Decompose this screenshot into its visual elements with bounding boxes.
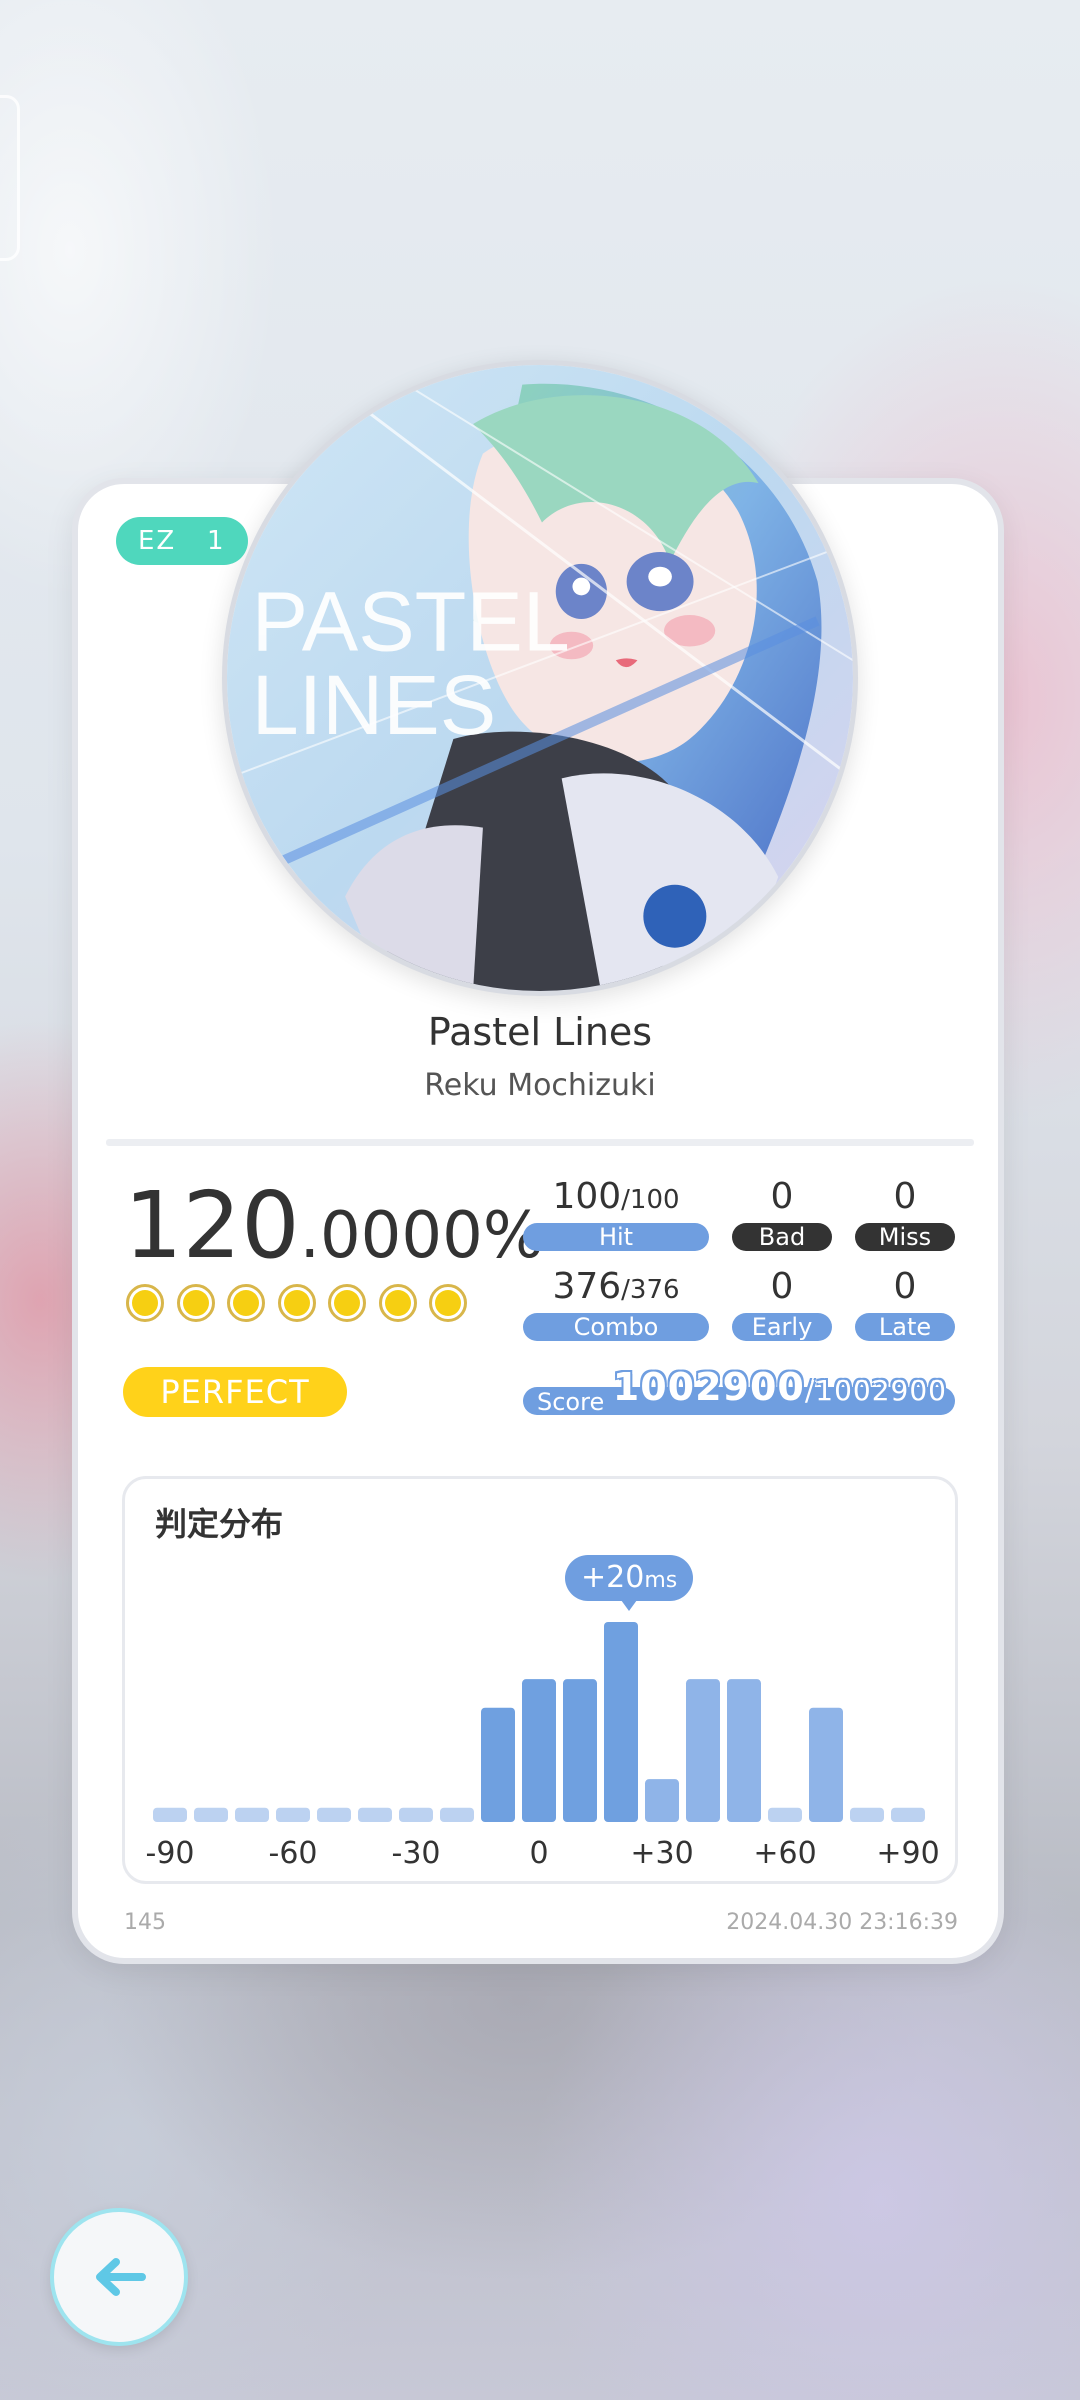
distribution-bar xyxy=(235,1807,269,1822)
combo-value: 376 xyxy=(552,1266,622,1307)
stat-late: 0 Late xyxy=(855,1265,955,1341)
stat-early: 0 Early xyxy=(732,1265,832,1341)
early-label: Early xyxy=(732,1313,832,1341)
score-label: Score xyxy=(537,1388,605,1416)
jacket-title-line2: LINES xyxy=(252,657,497,752)
late-label: Late xyxy=(855,1313,955,1341)
combo-label: Combo xyxy=(523,1313,709,1341)
score-bar: Score 1002900/1002900 xyxy=(523,1365,955,1416)
jacket-title-line1: PASTEL xyxy=(252,573,570,668)
distribution-bar xyxy=(194,1807,228,1822)
distribution-bar xyxy=(358,1807,392,1822)
miss-value: 0 xyxy=(893,1176,917,1217)
distribution-bar xyxy=(809,1707,843,1822)
accuracy-integer: 120 xyxy=(124,1172,300,1279)
distribution-tick-label: +60 xyxy=(753,1836,816,1871)
distribution-bar xyxy=(522,1679,556,1822)
distribution-bar xyxy=(850,1807,884,1822)
distribution-bar xyxy=(563,1679,597,1822)
stat-combo: 376/376 Combo xyxy=(523,1265,709,1341)
combo-total: /376 xyxy=(621,1275,680,1305)
song-jacket: PASTEL LINES xyxy=(222,360,858,996)
grade-dot-icon xyxy=(176,1284,215,1322)
difficulty-label: EZ xyxy=(138,526,177,556)
distribution-bar xyxy=(440,1807,474,1822)
distribution-bar xyxy=(317,1807,351,1822)
stat-hit: 100/100 Hit xyxy=(523,1175,709,1251)
distribution-tick-label: +90 xyxy=(876,1836,939,1871)
distribution-tick-label: +30 xyxy=(630,1836,693,1871)
distribution-bar xyxy=(153,1807,187,1822)
score-value: 1002900 xyxy=(612,1365,805,1409)
back-button[interactable] xyxy=(50,2208,188,2346)
distribution-tick-label: -60 xyxy=(269,1836,318,1871)
bad-label: Bad xyxy=(732,1223,832,1251)
side-handle[interactable] xyxy=(0,95,20,261)
grade-dot-icon xyxy=(277,1284,316,1322)
rank-badge: PERFECT xyxy=(123,1367,347,1417)
distribution-bar xyxy=(481,1707,515,1822)
grade-dot-icon xyxy=(126,1284,164,1322)
arrow-left-icon xyxy=(96,2258,146,2296)
distribution-bar xyxy=(276,1807,310,1822)
score-total: /1002900 xyxy=(804,1374,947,1407)
grade-dot-icon xyxy=(227,1284,265,1322)
peak-tooltip: +20ms xyxy=(565,1555,694,1611)
distribution-bar xyxy=(399,1807,433,1822)
record-timestamp: 2024.04.30 23:16:39 xyxy=(726,1910,958,1935)
distribution-chart: -90 -60 -30 0 +30 +60 +90 xyxy=(146,1622,940,1871)
late-value: 0 xyxy=(893,1266,917,1307)
peak-value: +20 xyxy=(581,1560,645,1595)
grade-dots xyxy=(126,1284,467,1322)
bad-value: 0 xyxy=(770,1176,794,1217)
distribution-bar xyxy=(727,1679,761,1822)
distribution-bar xyxy=(645,1779,679,1822)
stat-bad: 0 Bad xyxy=(732,1175,832,1251)
song-title: Pastel Lines xyxy=(427,1010,653,1054)
hit-value: 100 xyxy=(552,1176,622,1217)
distribution-bar xyxy=(891,1807,925,1822)
difficulty-level: 1 xyxy=(207,526,226,556)
distribution-tick-label: -90 xyxy=(146,1836,195,1871)
divider xyxy=(106,1139,974,1146)
stat-miss: 0 Miss xyxy=(855,1175,955,1251)
grade-dot-icon xyxy=(429,1284,467,1322)
accuracy-decimal: .0000% xyxy=(299,1199,544,1273)
hit-total: /100 xyxy=(621,1185,680,1215)
grade-dot-icon xyxy=(328,1284,366,1322)
distribution-bar xyxy=(686,1679,720,1822)
record-id: 145 xyxy=(124,1910,166,1935)
difficulty-badge: EZ 1 xyxy=(116,517,248,565)
peak-unit: ms xyxy=(644,1568,678,1593)
judgement-distribution-panel: 判定分布 -90 -60 -30 0 +30 +60 +90 +20ms xyxy=(122,1476,958,1884)
hit-label: Hit xyxy=(523,1223,709,1251)
song-artist: Reku Mochizuki xyxy=(424,1068,656,1103)
early-value: 0 xyxy=(770,1266,794,1307)
distribution-tick-label: -30 xyxy=(392,1836,441,1871)
distribution-bar xyxy=(604,1622,638,1822)
distribution-tick-label: 0 xyxy=(529,1836,548,1871)
distribution-bar xyxy=(768,1807,802,1822)
miss-label: Miss xyxy=(855,1223,955,1251)
grade-dot-icon xyxy=(378,1284,417,1322)
accuracy: 120.0000% xyxy=(124,1172,544,1279)
